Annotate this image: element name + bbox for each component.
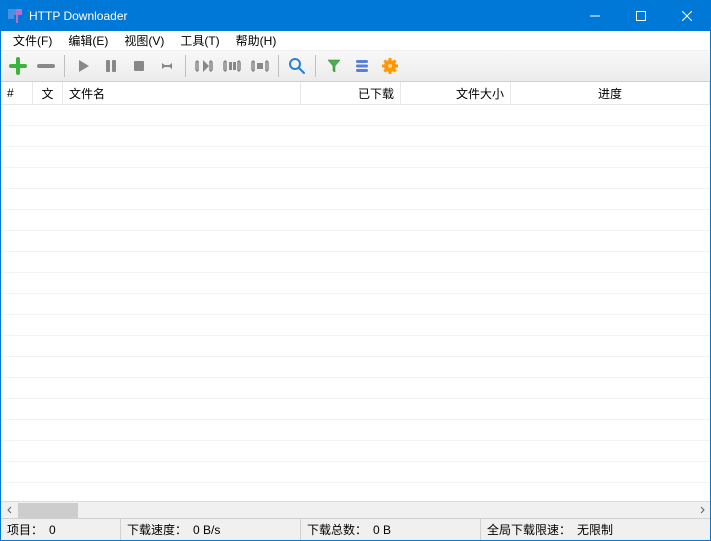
- add-button[interactable]: [5, 53, 31, 79]
- start-button[interactable]: [70, 53, 96, 79]
- status-total-label: 下载总数：: [307, 521, 367, 538]
- table-header: # 文 文件名 已下载 文件大小 进度: [1, 82, 710, 105]
- queue-button[interactable]: [349, 53, 375, 79]
- restart-button[interactable]: [154, 53, 180, 79]
- toolbar-separator: [315, 55, 316, 77]
- statusbar: 项目： 0 下载速度： 0 B/s 下载总数： 0 B 全局下载限速： 无限制: [1, 518, 710, 540]
- stop-button[interactable]: [126, 53, 152, 79]
- remove-button[interactable]: [33, 53, 59, 79]
- stop-all-button[interactable]: [219, 53, 245, 79]
- window-title: HTTP Downloader: [29, 9, 572, 23]
- app-window: HTTP Downloader 文件(F) 编辑(E) 视图(V) 工具(T) …: [0, 0, 711, 541]
- status-speed: 下载速度： 0 B/s: [121, 519, 301, 540]
- close-button[interactable]: [664, 1, 710, 31]
- toolbar: [1, 51, 710, 82]
- pause-all-button[interactable]: [191, 53, 217, 79]
- minimize-button[interactable]: [572, 1, 618, 31]
- menubar: 文件(F) 编辑(E) 视图(V) 工具(T) 帮助(H): [1, 31, 710, 51]
- status-items-value: 0: [49, 523, 56, 537]
- status-items-label: 项目：: [7, 521, 43, 538]
- status-total-value: 0 B: [373, 523, 391, 537]
- filter-button[interactable]: [321, 53, 347, 79]
- pause-button[interactable]: [98, 53, 124, 79]
- toolbar-separator: [64, 55, 65, 77]
- menu-view[interactable]: 视图(V): [116, 30, 172, 51]
- menu-help[interactable]: 帮助(H): [228, 30, 285, 51]
- scroll-left-icon[interactable]: [1, 502, 18, 519]
- column-type[interactable]: 文: [33, 82, 63, 104]
- table-body[interactable]: [1, 105, 710, 501]
- column-downloaded[interactable]: 已下载: [301, 82, 401, 104]
- settings-button[interactable]: [377, 53, 403, 79]
- app-icon: [7, 8, 23, 24]
- window-controls: [572, 1, 710, 31]
- status-speed-value: 0 B/s: [193, 523, 220, 537]
- status-limit-label: 全局下载限速：: [487, 521, 571, 538]
- status-items: 项目： 0: [1, 519, 121, 540]
- scroll-thumb[interactable]: [18, 503, 78, 518]
- toolbar-separator: [278, 55, 279, 77]
- menu-file[interactable]: 文件(F): [5, 30, 60, 51]
- titlebar: HTTP Downloader: [1, 1, 710, 31]
- column-filesize[interactable]: 文件大小: [401, 82, 511, 104]
- search-button[interactable]: [284, 53, 310, 79]
- status-speed-label: 下载速度：: [127, 521, 187, 538]
- status-limit-value: 无限制: [577, 521, 613, 538]
- column-filename[interactable]: 文件名: [63, 82, 301, 104]
- status-total: 下载总数： 0 B: [301, 519, 481, 540]
- column-number[interactable]: #: [1, 82, 33, 104]
- maximize-button[interactable]: [618, 1, 664, 31]
- horizontal-scrollbar[interactable]: [1, 501, 710, 518]
- status-limit: 全局下载限速： 无限制: [481, 519, 710, 540]
- column-progress[interactable]: 进度: [511, 82, 710, 104]
- toolbar-separator: [185, 55, 186, 77]
- menu-tools[interactable]: 工具(T): [172, 30, 227, 51]
- scroll-right-icon[interactable]: [693, 502, 710, 519]
- menu-edit[interactable]: 编辑(E): [60, 30, 116, 51]
- restart-all-button[interactable]: [247, 53, 273, 79]
